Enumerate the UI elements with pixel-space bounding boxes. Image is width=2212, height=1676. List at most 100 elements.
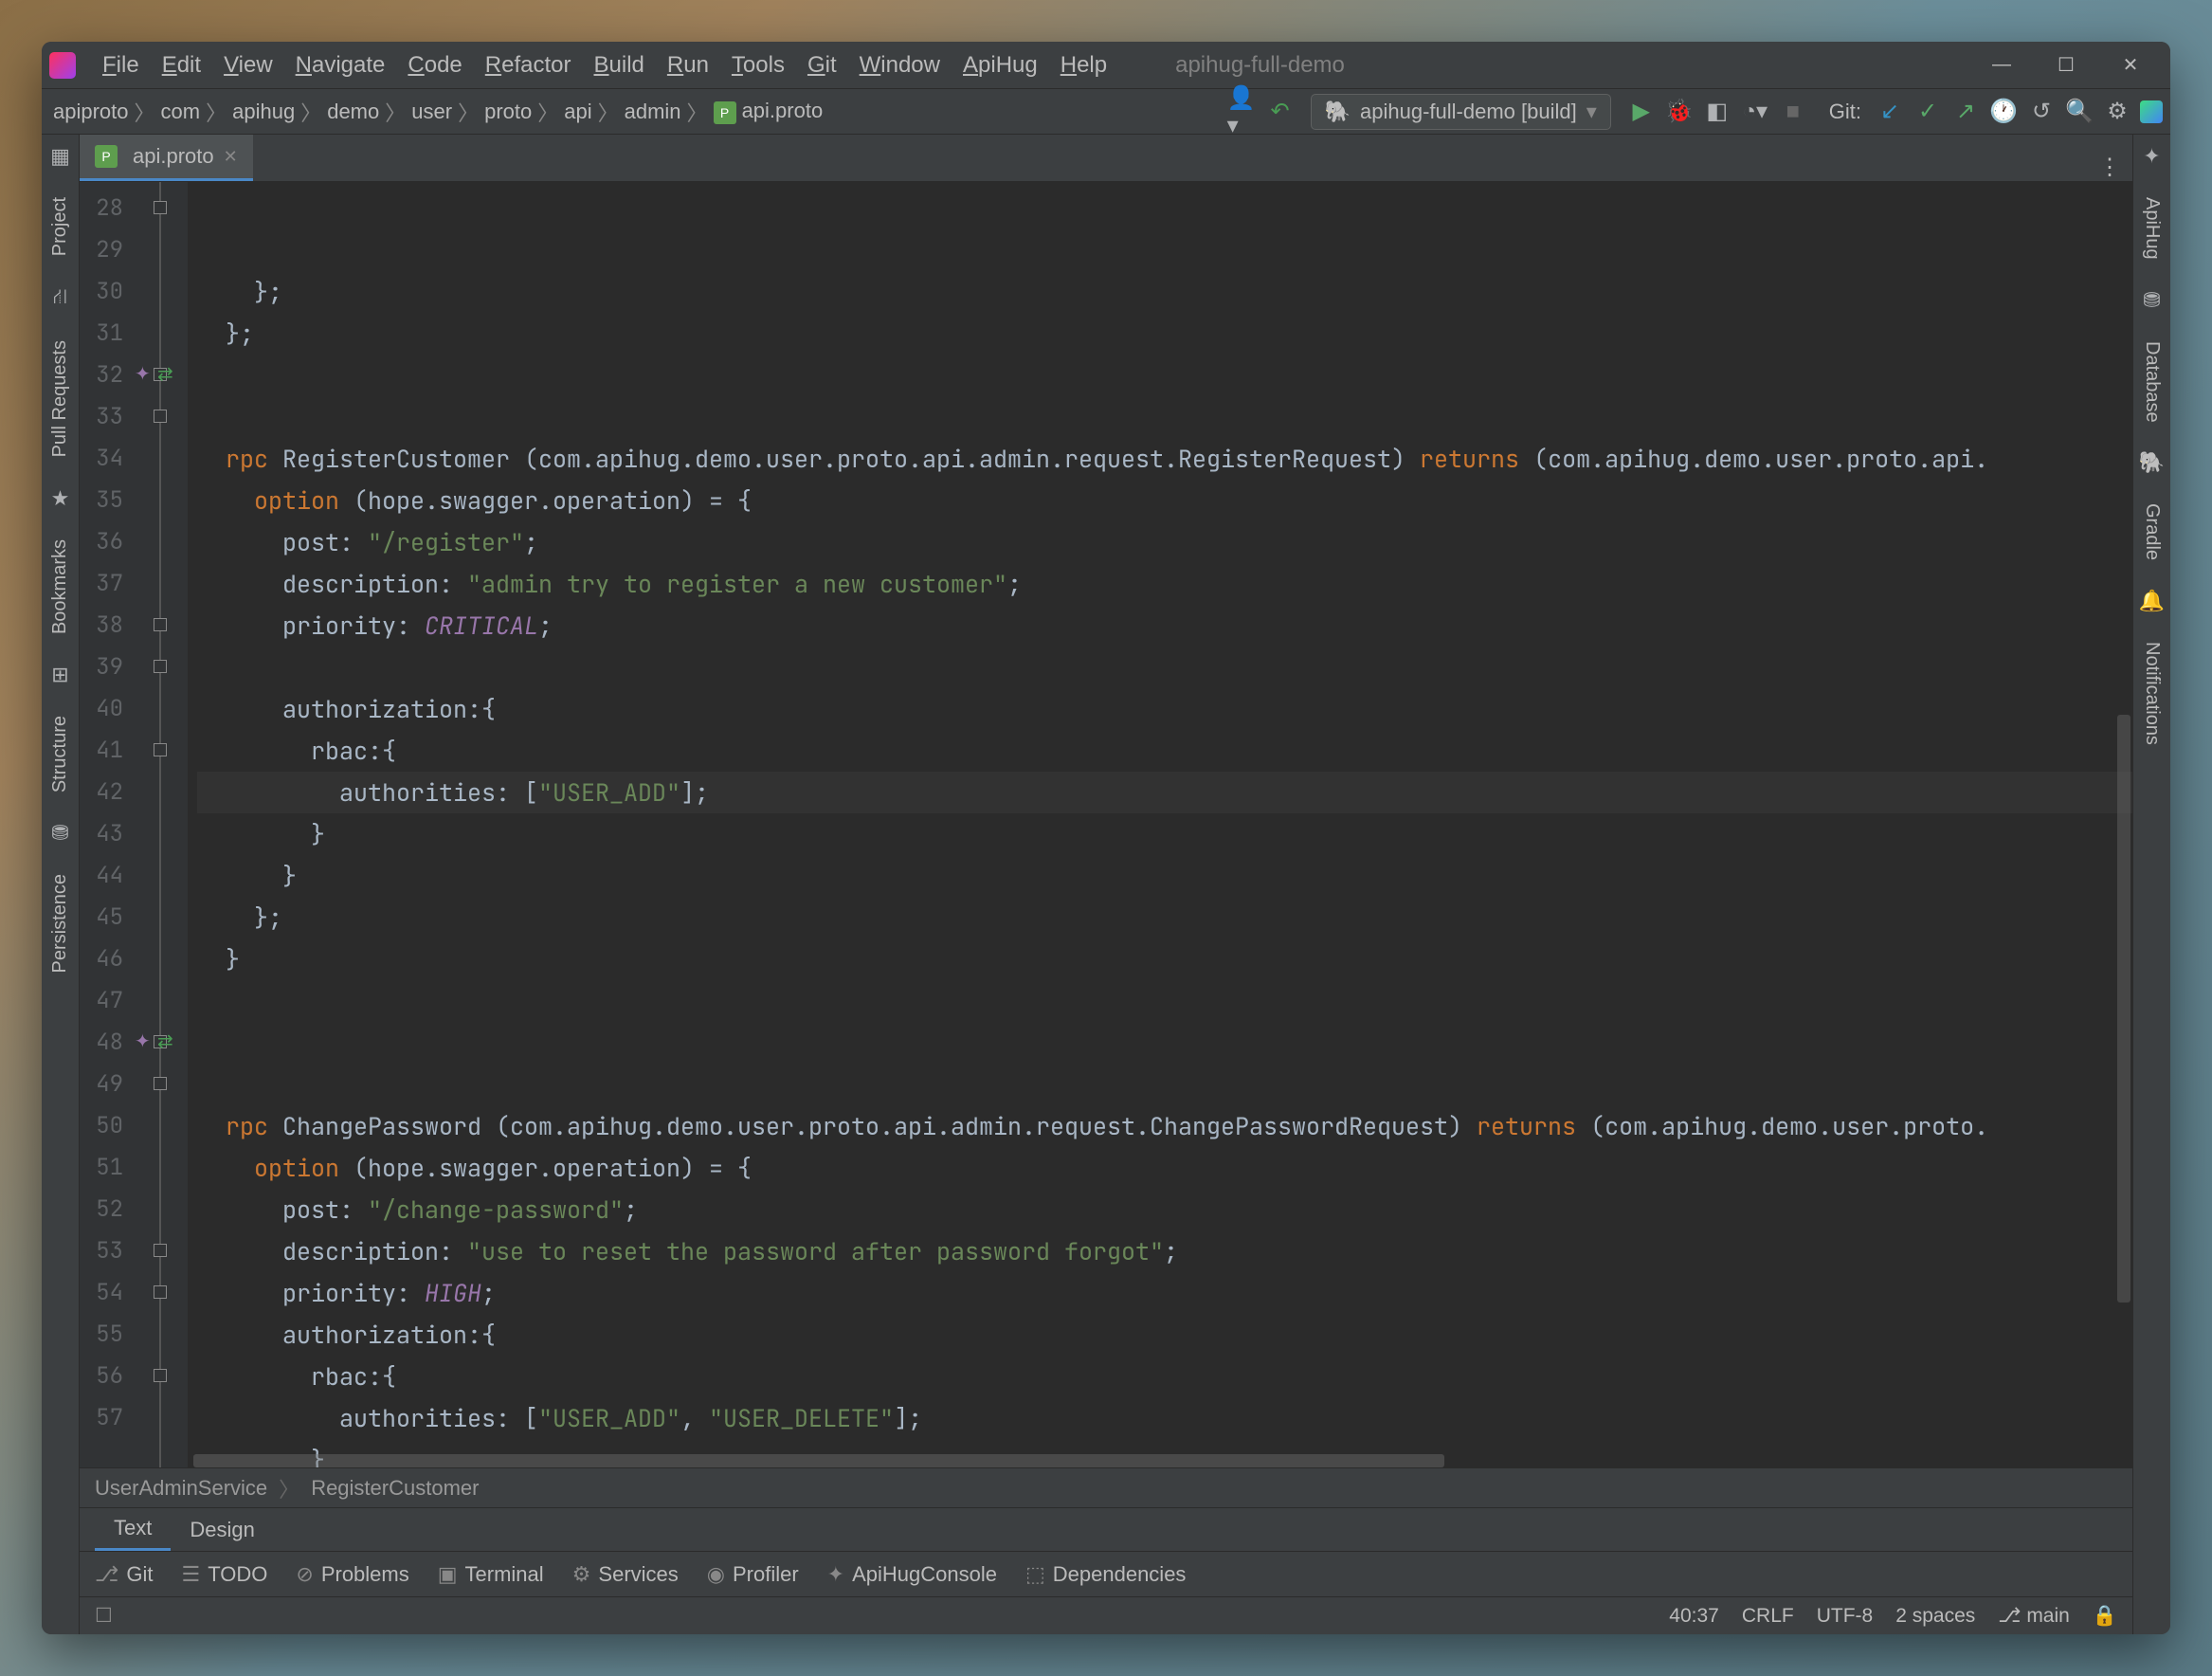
nav-gutter-icon[interactable]: ⇄ (157, 1029, 173, 1053)
gradle-icon[interactable]: 🐘 (2139, 450, 2165, 475)
menu-window[interactable]: Window (848, 46, 952, 84)
code-line[interactable]: authorities: ["USER_ADD"]; (197, 772, 2132, 813)
menu-file[interactable]: File (91, 46, 151, 84)
menu-refactor[interactable]: Refactor (474, 46, 583, 84)
code-line[interactable]: authorities: ["USER_ADD", "USER_DELETE"]… (197, 1397, 2132, 1439)
menu-build[interactable]: Build (583, 46, 656, 84)
tool-project[interactable]: Project (45, 188, 75, 265)
api-gutter-icon[interactable]: ✦ (135, 1029, 151, 1053)
bookmarks-icon[interactable]: ★ (51, 486, 70, 511)
close-button[interactable]: ✕ (2117, 52, 2144, 79)
code-line[interactable]: }; (197, 271, 2132, 313)
menu-help[interactable]: Help (1049, 46, 1118, 84)
fold-handle[interactable] (154, 1369, 167, 1382)
fold-handle[interactable] (154, 660, 167, 673)
indent-setting[interactable]: 2 spaces (1895, 1605, 1975, 1628)
code-line[interactable] (197, 1064, 2132, 1105)
fold-handle[interactable] (154, 1077, 167, 1090)
debug-icon[interactable]: 🐞 (1664, 97, 1695, 127)
mode-tab-text[interactable]: Text (95, 1508, 171, 1551)
code-line[interactable]: description: "admin try to register a ne… (197, 563, 2132, 605)
caret-position[interactable]: 40:37 (1669, 1605, 1719, 1628)
maximize-button[interactable]: ☐ (2053, 52, 2079, 79)
git-branch[interactable]: ⎇ main (1998, 1604, 2070, 1628)
editor-body[interactable]: ✔ 1 ˄ ˅ 28293031323334353637383940414243… (80, 182, 2132, 1467)
menu-edit[interactable]: Edit (151, 46, 212, 84)
code-line[interactable] (197, 396, 2132, 438)
breadcrumb-item[interactable]: user (408, 100, 456, 124)
code-line[interactable]: authorization:{ (197, 1314, 2132, 1356)
breadcrumb-item[interactable]: api (560, 100, 595, 124)
tool-notifications[interactable]: Notifications (2137, 632, 2167, 755)
vertical-scrollbar[interactable] (2117, 715, 2130, 1303)
menu-code[interactable]: Code (396, 46, 473, 84)
tab-menu-icon[interactable]: ⋮ (2098, 154, 2132, 181)
close-icon[interactable]: ✕ (224, 147, 238, 167)
stop-icon[interactable]: ■ (1778, 97, 1808, 127)
fold-handle[interactable] (154, 1244, 167, 1257)
fold-handle[interactable] (154, 618, 167, 631)
line-separator[interactable]: CRLF (1742, 1605, 1794, 1628)
plugin-icon[interactable] (2140, 100, 2163, 123)
coverage-icon[interactable]: ◧ (1702, 97, 1732, 127)
breadcrumb-item[interactable]: Papi.proto (710, 99, 827, 124)
status-indicator-icon[interactable]: ☐ (95, 1604, 113, 1628)
minimize-button[interactable]: — (1988, 52, 2015, 79)
file-encoding[interactable]: UTF-8 (1817, 1605, 1874, 1628)
code-area[interactable]: }; }; rpc RegisterCustomer (com.apihug.d… (188, 182, 2132, 1467)
tool-dependencies[interactable]: ⬚Dependencies (1025, 1562, 1186, 1587)
code-line[interactable]: } (197, 813, 2132, 855)
tool-persistence[interactable]: Persistence (45, 865, 75, 983)
fold-gutter[interactable]: ✦⇄✦⇄ (131, 182, 188, 1467)
tool-services[interactable]: ⚙Services (572, 1562, 679, 1587)
structure-crumb[interactable]: UserAdminService (95, 1476, 267, 1501)
pull-requests-icon[interactable]: ⛙ (53, 284, 67, 312)
code-line[interactable]: } (197, 938, 2132, 980)
code-line[interactable]: authorization:{ (197, 688, 2132, 730)
mode-tab-design[interactable]: Design (171, 1510, 273, 1550)
tool-bookmarks[interactable]: Bookmarks (45, 530, 75, 644)
tool-profiler[interactable]: ◉Profiler (707, 1562, 799, 1587)
menu-tools[interactable]: Tools (720, 46, 796, 84)
settings-icon[interactable]: ⚙ (2102, 97, 2132, 127)
structure-crumb[interactable]: RegisterCustomer (311, 1476, 479, 1501)
horizontal-scrollbar[interactable] (193, 1454, 1444, 1467)
structure-icon[interactable]: ⊞ (51, 663, 68, 687)
code-line[interactable] (197, 355, 2132, 396)
tool-terminal[interactable]: ▣Terminal (438, 1562, 544, 1587)
tool-problems[interactable]: ⊘Problems (296, 1562, 408, 1587)
project-icon[interactable]: ▦ (50, 144, 70, 169)
database-icon[interactable]: ⛃ (2143, 288, 2160, 313)
tool-database[interactable]: Database (2137, 332, 2167, 432)
profile-icon[interactable]: ◔▾ (1740, 97, 1770, 127)
git-update-icon[interactable]: ↙ (1875, 97, 1905, 127)
code-line[interactable]: description: "use to reset the password … (197, 1230, 2132, 1272)
code-line[interactable]: option (hope.swagger.operation) = { (197, 1147, 2132, 1189)
code-line[interactable] (197, 1022, 2132, 1064)
tool-todo[interactable]: ☰TODO (181, 1562, 267, 1587)
tool-apihug[interactable]: ApiHug (2137, 188, 2167, 269)
git-history-icon[interactable]: 🕐 (1988, 97, 2019, 127)
file-tab[interactable]: P api.proto ✕ (80, 135, 253, 181)
git-commit-icon[interactable]: ✓ (1913, 97, 1943, 127)
persistence-icon[interactable]: ⛃ (51, 821, 68, 846)
tool-git[interactable]: ⎇Git (95, 1562, 153, 1587)
code-line[interactable] (197, 647, 2132, 688)
code-line[interactable]: post: "/change-password"; (197, 1189, 2132, 1230)
code-line[interactable]: priority: HIGH; (197, 1272, 2132, 1314)
menu-git[interactable]: Git (796, 46, 848, 84)
breadcrumb-item[interactable]: demo (323, 100, 383, 124)
code-line[interactable]: } (197, 855, 2132, 897)
menu-apihug[interactable]: ApiHug (952, 46, 1049, 84)
fold-handle[interactable] (154, 410, 167, 423)
git-rollback-icon[interactable]: ↺ (2026, 97, 2057, 127)
code-line[interactable]: rbac:{ (197, 730, 2132, 772)
lock-icon[interactable]: 🔒 (2093, 1605, 2117, 1628)
breadcrumb-item[interactable]: apihug (228, 100, 299, 124)
code-line[interactable] (197, 980, 2132, 1022)
run-config-selector[interactable]: 🐘 apihug-full-demo [build] ▾ (1311, 94, 1611, 130)
menu-view[interactable]: View (212, 46, 284, 84)
menu-navigate[interactable]: Navigate (284, 46, 397, 84)
back-icon[interactable]: ↶ (1265, 97, 1296, 127)
notifications-icon[interactable]: 🔔 (2139, 589, 2165, 613)
